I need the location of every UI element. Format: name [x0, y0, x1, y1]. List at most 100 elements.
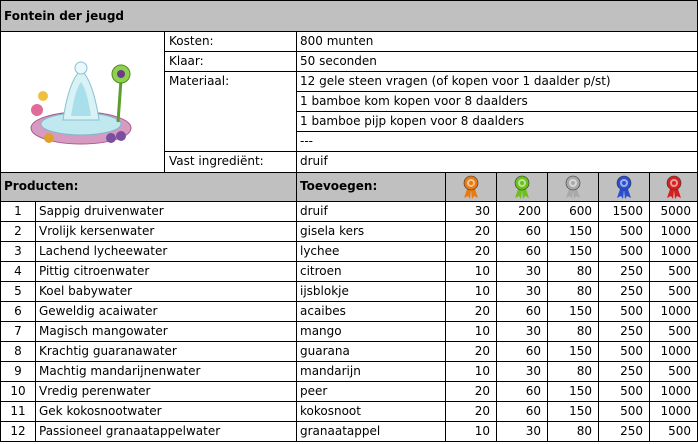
medal-value: 1000 [650, 402, 698, 422]
medal-value: 80 [548, 322, 599, 342]
medal-value: 250 [599, 362, 650, 382]
product-number: 10 [0, 382, 36, 402]
product-number: 3 [0, 242, 36, 262]
medal-value: 150 [548, 402, 599, 422]
medal-value: 250 [599, 262, 650, 282]
product-ingredient: granaatappel [297, 422, 446, 442]
medal-value: 20 [446, 222, 497, 242]
medal-value: 10 [446, 422, 497, 442]
medal-value: 1000 [650, 302, 698, 322]
medal-value: 500 [599, 242, 650, 262]
product-name: Pittig citroenwater [36, 262, 297, 282]
fountain-icon [30, 61, 132, 145]
medal-value: 30 [497, 262, 548, 282]
medal-value: 500 [650, 322, 698, 342]
medal-value: 60 [497, 302, 548, 322]
medal-value: 250 [599, 322, 650, 342]
medal-value: 500 [599, 342, 650, 362]
medal-value: 1000 [650, 382, 698, 402]
medal-value: 80 [548, 262, 599, 282]
product-ingredient: gisela kers [297, 222, 446, 242]
product-ingredient: druif [297, 202, 446, 222]
product-name: Machtig mandarijnenwater [36, 362, 297, 382]
product-name: Geweldig acaiwater [36, 302, 297, 322]
medal-value: 1000 [650, 222, 698, 242]
green-medal-icon [514, 175, 530, 199]
product-ingredient: ijsblokje [297, 282, 446, 302]
product-ingredient: lychee [297, 242, 446, 262]
medal-value: 500 [599, 382, 650, 402]
klaar-value: 50 seconden [297, 52, 698, 72]
medal-value: 20 [446, 342, 497, 362]
medal-value: 60 [497, 242, 548, 262]
medal-value: 10 [446, 362, 497, 382]
product-number: 8 [0, 342, 36, 362]
medal-value: 20 [446, 302, 497, 322]
product-name: Magisch mangowater [36, 322, 297, 342]
product-name: Gek kokosnootwater [36, 402, 297, 422]
medal-green-header [497, 173, 548, 202]
medal-blue-header [599, 173, 650, 202]
medal-value: 150 [548, 382, 599, 402]
medal-value: 30 [497, 322, 548, 342]
kosten-label: Kosten: [165, 32, 297, 52]
red-medal-icon [666, 175, 681, 199]
product-number: 12 [0, 422, 36, 442]
medal-value: 60 [497, 382, 548, 402]
product-ingredient: guarana [297, 342, 446, 362]
product-ingredient: acaibes [297, 302, 446, 322]
medal-value: 150 [548, 342, 599, 362]
orange-medal-icon [463, 175, 479, 199]
product-name: Vredig perenwater [36, 382, 297, 402]
medal-value: 250 [599, 422, 650, 442]
medal-value: 80 [548, 422, 599, 442]
medal-value: 30 [446, 202, 497, 222]
product-number: 5 [0, 282, 36, 302]
medal-value: 150 [548, 302, 599, 322]
medal-value: 1500 [599, 202, 650, 222]
medal-value: 80 [548, 282, 599, 302]
product-number: 4 [0, 262, 36, 282]
product-name: Sappig druivenwater [36, 202, 297, 222]
medal-value: 10 [446, 322, 497, 342]
product-ingredient: mango [297, 322, 446, 342]
medal-value: 30 [497, 362, 548, 382]
medal-value: 1000 [650, 342, 698, 362]
product-number: 1 [0, 202, 36, 222]
medal-value: 10 [446, 262, 497, 282]
medal-value: 500 [650, 422, 698, 442]
product-number: 9 [0, 362, 36, 382]
medal-value: 150 [548, 222, 599, 242]
product-ingredient: peer [297, 382, 446, 402]
product-number: 2 [0, 222, 36, 242]
medal-value: 500 [650, 262, 698, 282]
product-number: 6 [0, 302, 36, 322]
medal-value: 20 [446, 382, 497, 402]
materiaal-line-3: 1 bamboe pijp kopen voor 8 daalders [297, 112, 698, 132]
materiaal-line-4: --- [297, 132, 698, 152]
fountain-image-cell [0, 32, 165, 173]
medal-value: 500 [599, 302, 650, 322]
materiaal-label: Materiaal: [165, 72, 297, 152]
product-number: 11 [0, 402, 36, 422]
product-name: Krachtig guaranawater [36, 342, 297, 362]
vast-ingredient-value: druif [297, 152, 698, 173]
blue-medal-icon [616, 175, 632, 199]
sheet-title: Fontein der jeugd [0, 0, 698, 32]
product-name: Lachend lycheewater [36, 242, 297, 262]
medal-red-header [650, 173, 698, 202]
medal-value: 60 [497, 402, 548, 422]
vast-ingredient-label: Vast ingrediënt: [165, 152, 297, 173]
product-name: Koel babywater [36, 282, 297, 302]
medal-value: 20 [446, 242, 497, 262]
medal-value: 500 [650, 282, 698, 302]
toevoegen-header: Toevoegen: [297, 173, 446, 202]
medal-value: 60 [497, 342, 548, 362]
medal-value: 500 [599, 402, 650, 422]
products-header: Producten: [0, 173, 297, 202]
medal-value: 20 [446, 402, 497, 422]
product-name: Passioneel granaatappelwater [36, 422, 297, 442]
medal-value: 500 [650, 362, 698, 382]
medal-value: 80 [548, 362, 599, 382]
product-number: 7 [0, 322, 36, 342]
